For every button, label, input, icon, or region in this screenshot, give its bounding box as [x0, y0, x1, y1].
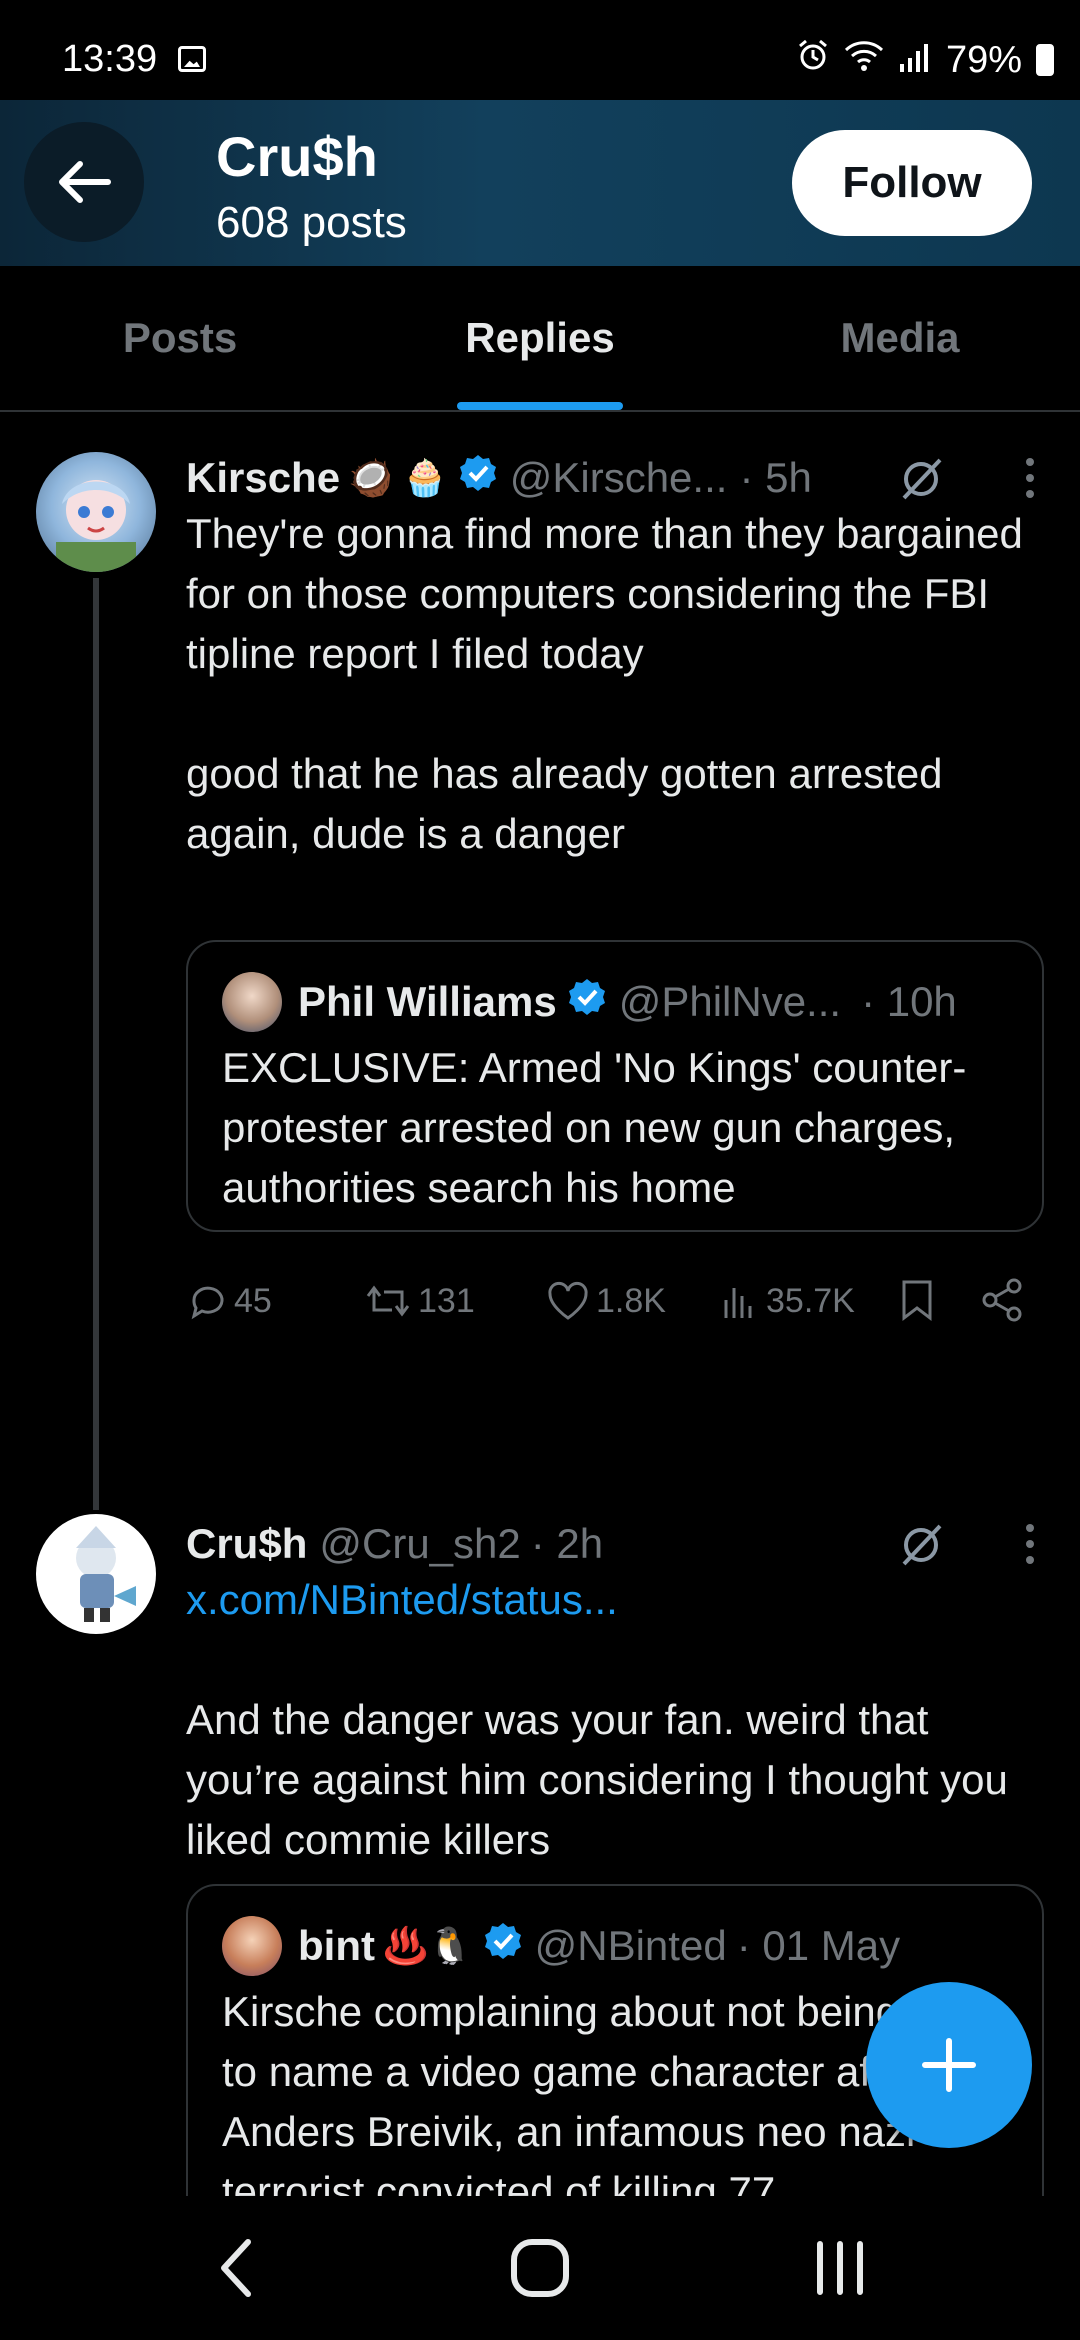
repost-count: 131	[418, 1281, 475, 1320]
battery-percent: 79%	[945, 38, 1022, 81]
signal-icon	[898, 39, 932, 82]
author-handle[interactable]: @Kirsche...	[510, 454, 728, 502]
grok-icon[interactable]	[896, 1520, 946, 1575]
name-emojis: 🥥 🧁	[348, 457, 448, 498]
follow-button[interactable]: Follow	[792, 130, 1032, 236]
thread-line	[93, 578, 99, 1510]
nav-back-icon[interactable]	[216, 2236, 256, 2305]
profile-tabs: Posts Replies Media	[0, 266, 1080, 412]
heart-icon	[548, 1281, 588, 1320]
quote-avatar	[222, 972, 282, 1032]
reply-count: 45	[234, 1281, 272, 1320]
tab-replies[interactable]: Replies	[360, 266, 720, 410]
alarm-icon	[796, 38, 830, 82]
reply-button[interactable]: 45	[186, 1280, 272, 1322]
like-button[interactable]: 1.8K	[546, 1280, 666, 1322]
author-handle[interactable]: @Cru_sh2	[319, 1520, 520, 1568]
author-name[interactable]: Cru$h	[186, 1520, 307, 1568]
views-button[interactable]: 35.7K	[720, 1280, 855, 1322]
grok-icon[interactable]	[896, 454, 946, 509]
tab-media[interactable]: Media	[720, 266, 1080, 410]
verified-badge-icon	[458, 453, 498, 503]
post-link[interactable]: x.com/NBinted/status...	[186, 1570, 618, 1630]
profile-name: Cru$h	[216, 125, 378, 188]
reply-icon	[191, 1286, 224, 1320]
system-nav-bar	[0, 2196, 1080, 2340]
quote-name-emojis: ♨️🐧	[382, 1925, 473, 1966]
views-icon	[724, 1288, 752, 1318]
back-button[interactable]	[24, 122, 144, 242]
quote-text: EXCLUSIVE: Armed 'No Kings' counter-prot…	[222, 1044, 967, 1230]
quote-author-handle: @PhilNve...	[618, 978, 842, 1025]
author-name[interactable]: Kirsche	[186, 454, 340, 502]
bookmark-icon[interactable]	[900, 1278, 934, 1331]
verified-badge-icon	[483, 1921, 523, 1971]
quote-author-name: Phil Williams	[298, 978, 557, 1025]
profile-header: Cru$h 608 posts Follow	[0, 100, 1080, 266]
repost-button[interactable]: 131	[364, 1280, 475, 1322]
status-bar: 13:39 79%	[0, 0, 1080, 100]
view-count: 35.7K	[766, 1281, 855, 1320]
share-icon[interactable]	[980, 1278, 1024, 1331]
post-count: 608 posts	[216, 198, 407, 247]
arrow-left-icon	[59, 161, 111, 203]
more-options-icon[interactable]	[1020, 1522, 1040, 1571]
battery-icon	[1036, 44, 1054, 76]
quote-time: · 10h	[861, 978, 957, 1025]
quote-avatar	[222, 1916, 282, 1976]
gallery-notification-icon	[178, 46, 206, 72]
verified-badge-icon	[567, 977, 607, 1027]
tab-posts[interactable]: Posts	[0, 266, 360, 410]
more-options-icon[interactable]	[1020, 456, 1040, 505]
avatar[interactable]	[36, 1514, 156, 1634]
avatar[interactable]	[36, 452, 156, 572]
post-kirsche[interactable]: Kirsche 🥥 🧁 @Kirsche... · 5h They're gon…	[0, 448, 1080, 1510]
post-time[interactable]: · 2h	[531, 1520, 603, 1568]
nav-home-icon[interactable]	[508, 2236, 572, 2305]
quote-author-handle: @NBinted	[534, 1922, 727, 1969]
wifi-icon	[844, 39, 884, 82]
post-text: They're gonna find more than they bargai…	[186, 510, 1023, 857]
status-time: 13:39	[62, 38, 158, 80]
plus-icon	[922, 2038, 976, 2092]
nav-recents-icon[interactable]	[814, 2236, 866, 2305]
compose-button[interactable]	[866, 1982, 1032, 2148]
quote-time: · 01 May	[736, 1922, 901, 1969]
like-count: 1.8K	[596, 1281, 666, 1320]
quote-author-name: bint	[298, 1922, 375, 1969]
quoted-post[interactable]: Phil Williams @PhilNve... · 10h EXCLUSIV…	[186, 940, 1044, 1232]
post-text: And the danger was your fan. weird that …	[186, 1696, 1020, 1863]
repost-icon	[366, 1285, 410, 1317]
post-time[interactable]: · 5h	[739, 454, 811, 502]
